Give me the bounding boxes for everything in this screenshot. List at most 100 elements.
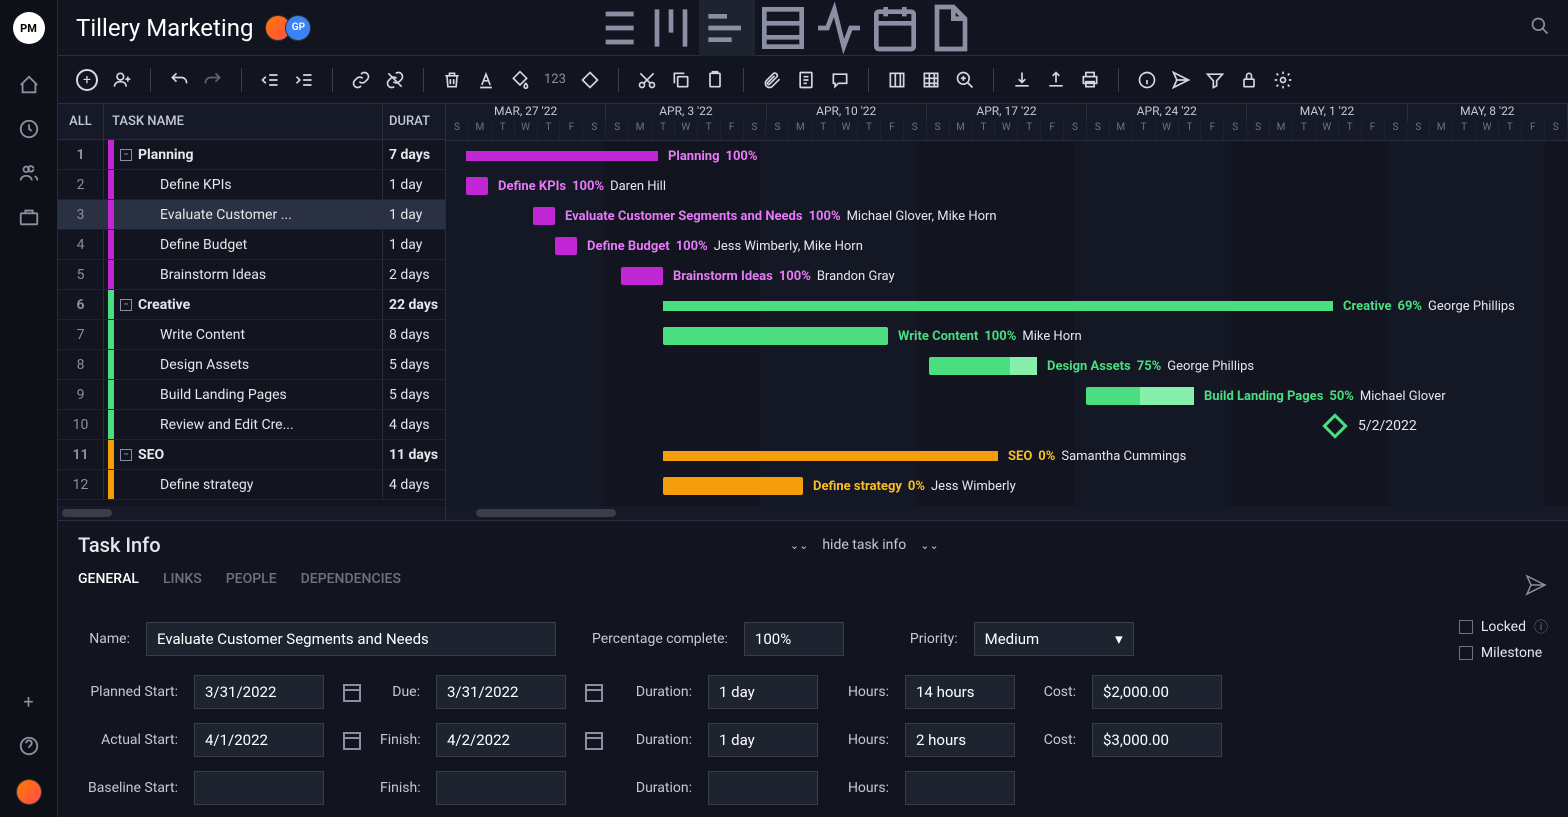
task-row[interactable]: 12 Define strategy 4 days	[58, 470, 445, 500]
view-file-icon[interactable]	[923, 0, 979, 56]
baseline-start-input[interactable]	[194, 771, 324, 805]
cost-input[interactable]	[1092, 675, 1222, 709]
task-row[interactable]: 11 −SEO 11 days	[58, 440, 445, 470]
cost-input[interactable]	[1092, 723, 1222, 757]
diamond-icon[interactable]	[580, 70, 600, 90]
send-icon[interactable]	[1171, 70, 1191, 90]
unlink-icon[interactable]	[385, 70, 405, 90]
indent-icon[interactable]	[294, 70, 314, 90]
collapse-icon[interactable]: −	[120, 449, 132, 461]
calendar-icon[interactable]	[582, 680, 606, 704]
gantt-bar[interactable]: Define strategy0%Jess Wimberly	[663, 477, 803, 495]
col-name[interactable]: TASK NAME	[104, 104, 383, 139]
columns-icon[interactable]	[887, 70, 907, 90]
priority-select[interactable]: Medium▾	[974, 622, 1134, 656]
gantt-bar[interactable]: Design Assets75%George Phillips	[929, 357, 1037, 375]
calendar-icon[interactable]	[582, 728, 606, 752]
gantt-bar[interactable]: SEO0%Samantha Cummings	[663, 451, 998, 461]
task-row[interactable]: 2 Define KPIs 1 day	[58, 170, 445, 200]
redo-icon[interactable]	[203, 70, 223, 90]
home-icon[interactable]	[18, 74, 40, 96]
col-duration[interactable]: DURAT	[383, 104, 445, 139]
search-icon[interactable]	[1530, 16, 1550, 40]
task-row[interactable]: 6 −Creative 22 days	[58, 290, 445, 320]
gear-icon[interactable]	[1273, 70, 1293, 90]
view-activity-icon[interactable]	[811, 0, 867, 56]
locked-checkbox[interactable]: Locked ⓘ	[1459, 617, 1548, 637]
tab-people[interactable]: PEOPLE	[226, 571, 277, 599]
gantt-bar[interactable]: Planning100%	[466, 151, 658, 161]
note-icon[interactable]	[796, 70, 816, 90]
info-icon[interactable]	[1137, 70, 1157, 90]
collapse-icon[interactable]: −	[120, 299, 132, 311]
view-sheet-icon[interactable]	[755, 0, 811, 56]
calendar-icon[interactable]	[340, 680, 364, 704]
col-all[interactable]: ALL	[58, 104, 104, 139]
baseline-hours-input[interactable]	[905, 771, 1015, 805]
import-icon[interactable]	[1012, 70, 1032, 90]
task-name-input[interactable]	[146, 622, 556, 656]
gantt-bar[interactable]: Build Landing Pages50%Michael Glover	[1086, 387, 1194, 405]
gantt-bar[interactable]: Define KPIs100%Daren Hill	[466, 177, 488, 195]
fill-icon[interactable]	[510, 70, 530, 90]
gantt-scrollbar[interactable]	[446, 506, 1568, 520]
hours-input[interactable]	[905, 723, 1015, 757]
paste-icon[interactable]	[705, 70, 725, 90]
view-gantt-icon[interactable]	[699, 0, 755, 56]
view-list-icon[interactable]	[587, 0, 643, 56]
duration-input[interactable]	[708, 675, 818, 709]
collapse-icon[interactable]: −	[120, 149, 132, 161]
member-avatar[interactable]: GP	[285, 15, 311, 41]
user-avatar[interactable]	[16, 779, 42, 805]
outdent-icon[interactable]	[260, 70, 280, 90]
task-row[interactable]: 5 Brainstorm Ideas 2 days	[58, 260, 445, 290]
calendar-icon[interactable]	[340, 728, 364, 752]
task-row[interactable]: 9 Build Landing Pages 5 days	[58, 380, 445, 410]
link-icon[interactable]	[351, 70, 371, 90]
task-row[interactable]: 1 −Planning 7 days	[58, 140, 445, 170]
planned-start-input[interactable]	[194, 675, 324, 709]
milestone-checkbox[interactable]: Milestone	[1459, 645, 1548, 661]
gantt-bar[interactable]: Evaluate Customer Segments and Needs100%…	[533, 207, 555, 225]
send-icon[interactable]	[1524, 571, 1548, 599]
zoom-icon[interactable]	[955, 70, 975, 90]
app-logo[interactable]: PM	[13, 12, 45, 44]
pct-input[interactable]	[744, 622, 844, 656]
add-icon[interactable]: +	[23, 692, 33, 713]
lock-icon[interactable]	[1239, 70, 1259, 90]
add-person-icon[interactable]	[112, 70, 132, 90]
actual-start-input[interactable]	[194, 723, 324, 757]
task-row[interactable]: 3 Evaluate Customer ... 1 day	[58, 200, 445, 230]
gantt-bar[interactable]: Write Content100%Mike Horn	[663, 327, 888, 345]
tab-links[interactable]: LINKS	[163, 571, 202, 599]
clock-icon[interactable]	[18, 118, 40, 140]
gantt-bar[interactable]: Creative69%George Phillips	[663, 301, 1333, 311]
grid-scrollbar[interactable]	[58, 506, 445, 520]
hide-task-info-button[interactable]: ⌄⌄ hide task info ⌄⌄	[790, 537, 939, 553]
view-board-icon[interactable]	[643, 0, 699, 56]
text-123[interactable]: 123	[544, 72, 566, 87]
duration-input[interactable]	[708, 723, 818, 757]
help-icon[interactable]	[18, 735, 40, 757]
tab-dependencies[interactable]: DEPENDENCIES	[301, 571, 401, 599]
hours-input[interactable]	[905, 675, 1015, 709]
finish-input[interactable]	[436, 723, 566, 757]
undo-icon[interactable]	[169, 70, 189, 90]
baseline-duration-input[interactable]	[708, 771, 818, 805]
cut-icon[interactable]	[637, 70, 657, 90]
task-row[interactable]: 10 Review and Edit Cre... 4 days	[58, 410, 445, 440]
export-icon[interactable]	[1046, 70, 1066, 90]
task-row[interactable]: 8 Design Assets 5 days	[58, 350, 445, 380]
milestone-icon[interactable]	[1322, 413, 1347, 438]
task-row[interactable]: 7 Write Content 8 days	[58, 320, 445, 350]
filter-icon[interactable]	[1205, 70, 1225, 90]
task-row[interactable]: 4 Define Budget 1 day	[58, 230, 445, 260]
grid-icon[interactable]	[921, 70, 941, 90]
project-members[interactable]: GP	[271, 15, 311, 41]
delete-icon[interactable]	[442, 70, 462, 90]
people-icon[interactable]	[18, 162, 40, 184]
text-color-icon[interactable]	[476, 70, 496, 90]
add-task-icon[interactable]: +	[76, 69, 98, 91]
gantt-bar[interactable]: Brainstorm Ideas100%Brandon Gray	[621, 267, 663, 285]
tab-general[interactable]: GENERAL	[78, 571, 139, 599]
